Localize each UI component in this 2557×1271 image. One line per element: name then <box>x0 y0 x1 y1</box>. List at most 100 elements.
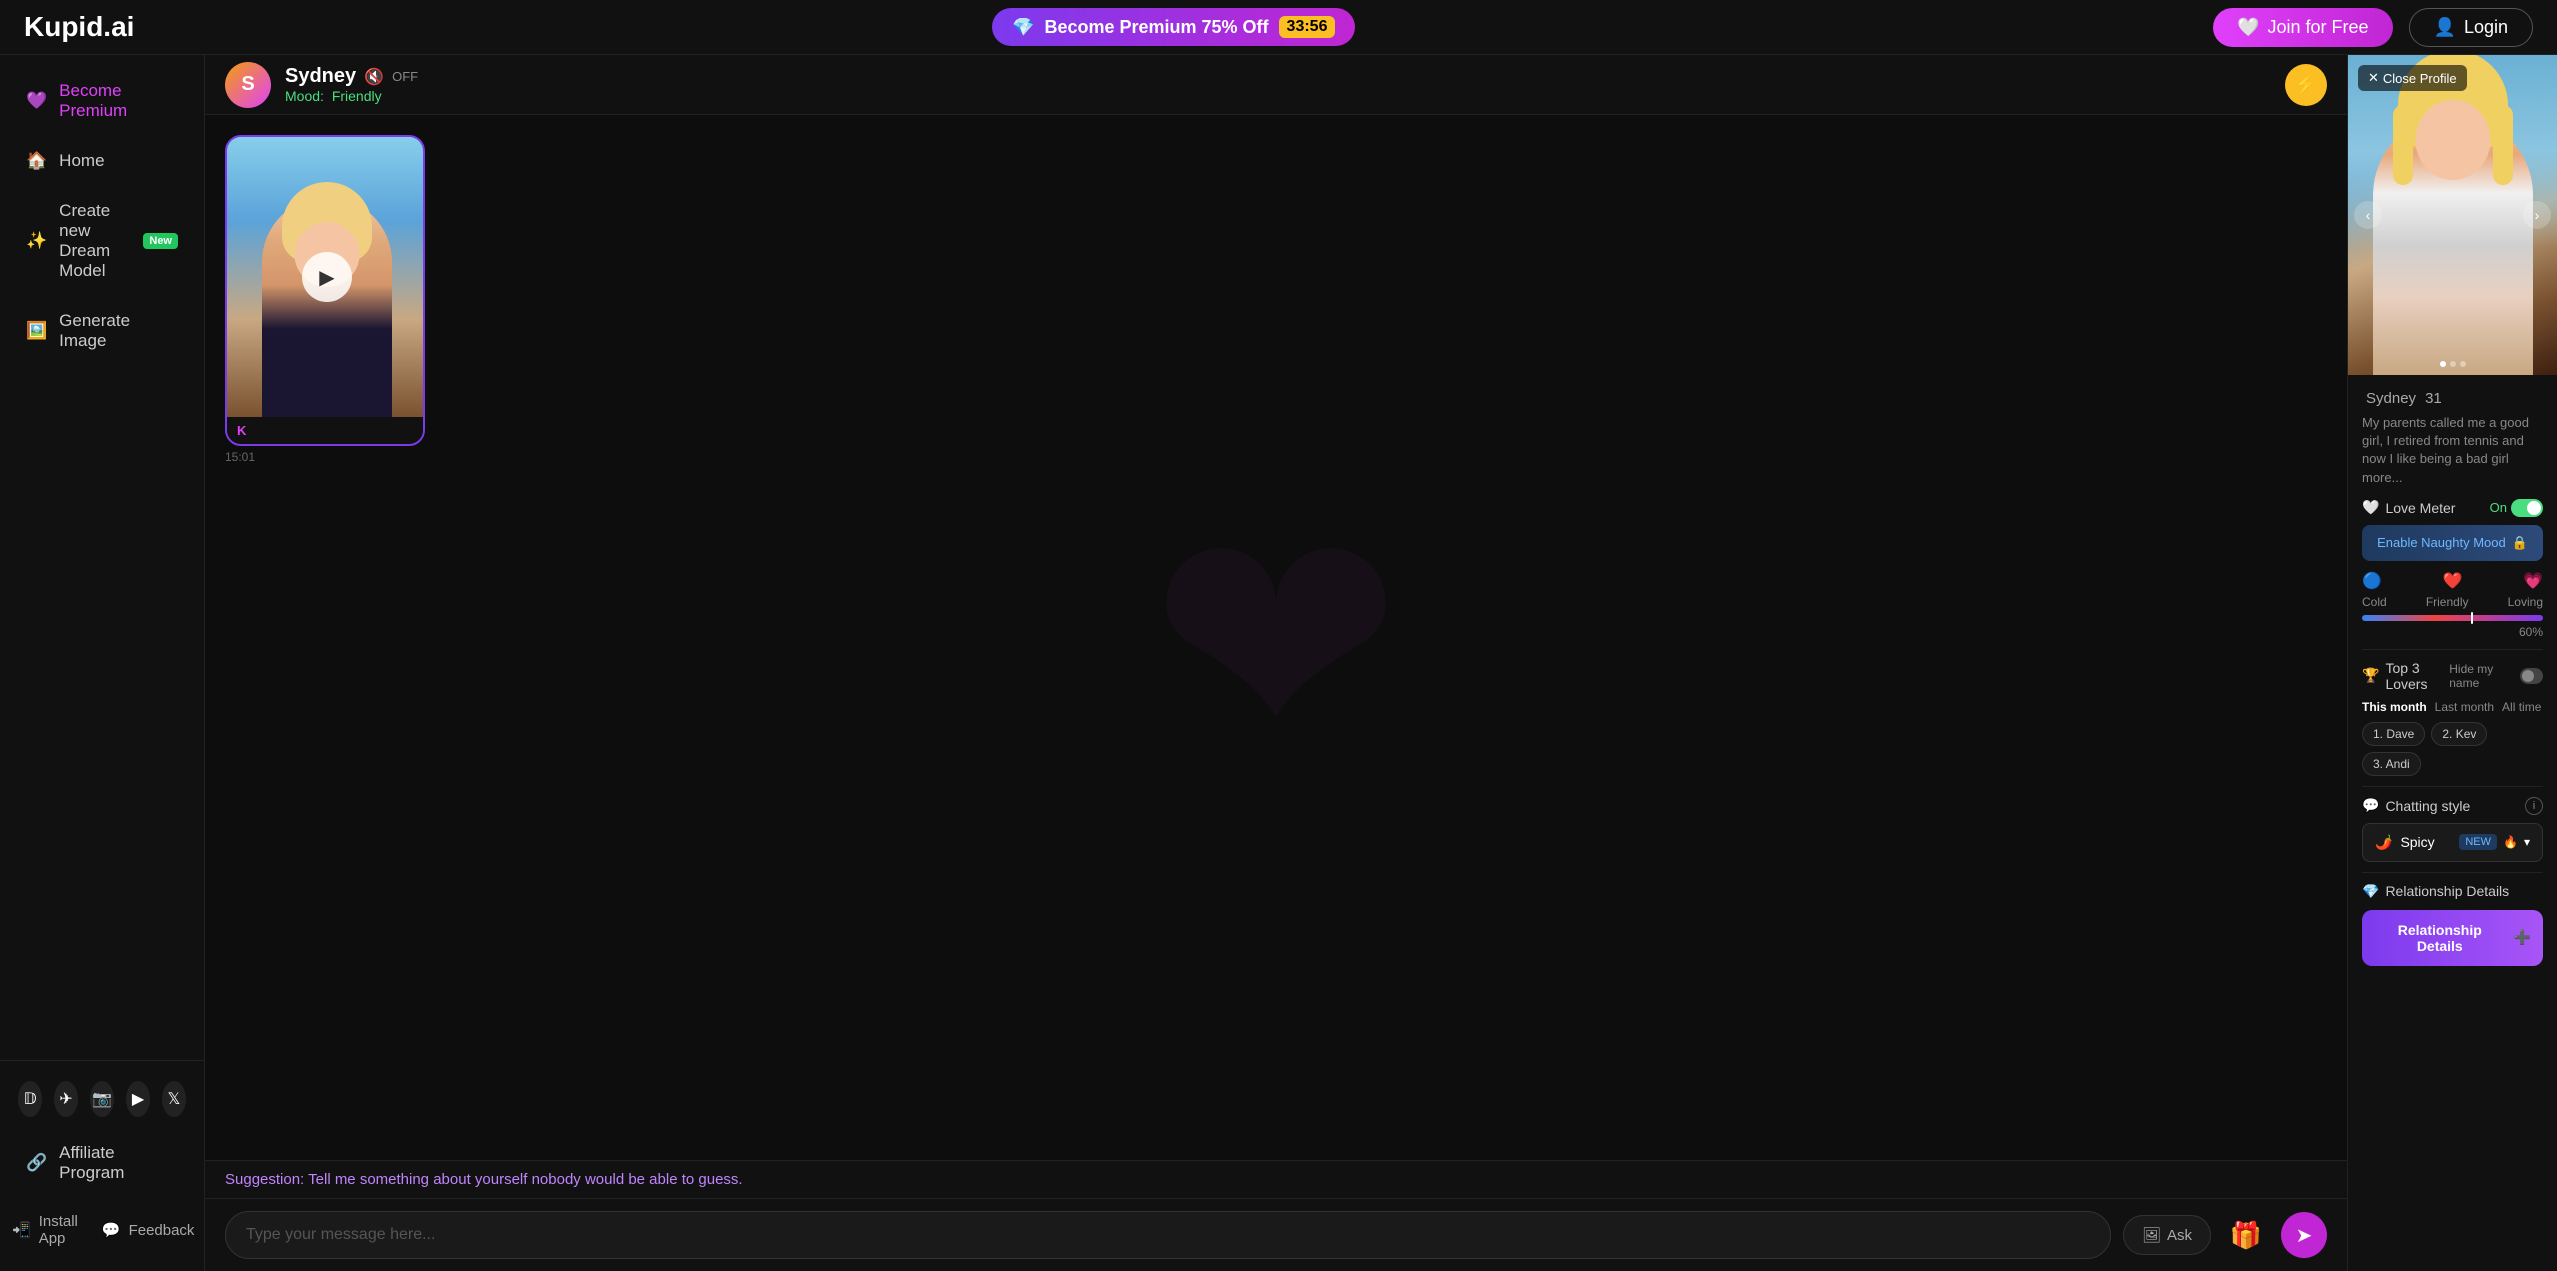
time-filters: This month Last month All time <box>2362 700 2543 714</box>
sidebar-item-install[interactable]: 📲 Install App <box>0 1199 90 1261</box>
relationship-details-label: 💎 Relationship Details <box>2362 883 2543 900</box>
k-logo: K <box>237 423 246 438</box>
top3-label: 🏆 Top 3 Lovers <box>2362 660 2449 692</box>
video-bottom-bar: K <box>227 417 423 444</box>
sidebar-item-premium[interactable]: 💜 Become Premium <box>8 67 196 135</box>
trophy-icon: 🏆 <box>2362 667 2379 684</box>
login-button[interactable]: 👤 Login <box>2409 8 2533 47</box>
video-thumbnail[interactable]: *Sydney sends a video message* ▶ <box>227 137 425 417</box>
sidebar-item-feedback[interactable]: 💬 Feedback <box>90 1199 207 1261</box>
user-icon: 👤 <box>2434 17 2456 38</box>
filter-this-month[interactable]: This month <box>2362 700 2427 714</box>
profile-bio: My parents called me a good girl, I reti… <box>2362 414 2543 487</box>
dot-1[interactable] <box>2440 361 2446 367</box>
relationship-details-button[interactable]: Relationship Details ➕ <box>2362 910 2543 966</box>
dot-3[interactable] <box>2460 361 2466 367</box>
lover-1: 1. Dave <box>2362 722 2425 746</box>
join-button[interactable]: 🤍 Join for Free <box>2213 8 2392 47</box>
discord-icon[interactable]: 𝔻 <box>18 1081 42 1117</box>
message-timestamp: 15:01 <box>225 450 2327 464</box>
profile-prev-button[interactable]: ‹ <box>2354 201 2382 229</box>
love-meter-toggle-row: On <box>2490 499 2543 517</box>
chat-input[interactable] <box>225 1211 2111 1259</box>
image-dots <box>2440 361 2466 367</box>
chat-messages[interactable]: ❤ *Sydney sends a video message* ▶ K <box>205 115 2347 1160</box>
hide-name-toggle[interactable] <box>2520 668 2543 684</box>
sidebar-item-create-dream[interactable]: ✨ Create new Dream Model New <box>8 187 196 295</box>
divider-3 <box>2362 872 2543 873</box>
image-icon: 🖼 <box>2142 1226 2161 1244</box>
love-meter-toggle[interactable] <box>2511 499 2543 517</box>
cold-icon: 🔵 <box>2362 571 2382 591</box>
sidebar-top: 💜 Become Premium 🏠 Home ✨ Create new Dre… <box>0 55 204 1060</box>
sidebar-item-affiliate[interactable]: 🔗 Affiliate Program <box>8 1129 196 1197</box>
divider-1 <box>2362 649 2543 650</box>
watermark-hearts: ❤ <box>1150 463 1401 812</box>
style-right: NEW 🔥 ▾ <box>2459 834 2530 850</box>
friendly-icon: ❤️ <box>2443 571 2463 591</box>
sidebar-item-generate-image[interactable]: 🖼️ Generate Image <box>8 297 196 365</box>
diamond-icon: 💎 <box>1012 17 1034 38</box>
style-dropdown[interactable]: 🌶️ Spicy NEW 🔥 ▾ <box>2362 823 2543 862</box>
hide-name-row: Hide my name <box>2449 662 2543 690</box>
send-icon: ➤ <box>2296 1223 2313 1248</box>
contact-avatar: S <box>225 62 271 108</box>
home-icon: 🏠 <box>26 151 47 171</box>
sidebar-item-home[interactable]: 🏠 Home <box>8 137 196 185</box>
chat-icon: 💬 <box>2362 797 2379 814</box>
send-button[interactable]: ➤ <box>2281 1212 2327 1258</box>
love-meter-header: 🤍 Love Meter On <box>2362 499 2543 517</box>
sidebar-bottom: 𝔻 ✈ 📷 ▶ 𝕏 🔗 Affiliate Program 📲 Install … <box>0 1060 204 1271</box>
chevron-down-icon: ▾ <box>2524 835 2530 849</box>
chat-input-area: 🖼 Ask 🎁 ➤ <box>205 1198 2347 1271</box>
chat-area: S Sydney 🔇 OFF Mood: Friendly ⚡ ❤ <box>205 55 2347 1271</box>
sidebar: 💜 Become Premium 🏠 Home ✨ Create new Dre… <box>0 55 205 1271</box>
telegram-icon[interactable]: ✈ <box>54 1081 78 1117</box>
lovers-list: 1. Dave 2. Kev 3. Andi <box>2362 722 2543 776</box>
mood-track[interactable] <box>2362 615 2543 621</box>
ask-button[interactable]: 🖼 Ask <box>2123 1215 2211 1255</box>
gift-button[interactable]: 🎁 <box>2223 1212 2269 1258</box>
dot-2[interactable] <box>2450 361 2456 367</box>
suggestion-text[interactable]: Tell me something about yourself nobody … <box>308 1171 742 1188</box>
star-icon: ✨ <box>26 231 47 251</box>
install-icon: 📲 <box>12 1221 31 1239</box>
twitter-icon[interactable]: 𝕏 <box>162 1081 186 1117</box>
chat-header-left: S Sydney 🔇 OFF Mood: Friendly <box>225 62 418 108</box>
premium-banner[interactable]: 💎 Become Premium 75% Off 33:56 <box>992 8 1355 46</box>
info-icon[interactable]: i <box>2525 797 2543 815</box>
lovers-header: 🏆 Top 3 Lovers Hide my name <box>2362 660 2543 692</box>
divider-2 <box>2362 786 2543 787</box>
timer-badge: 33:56 <box>1279 16 1336 38</box>
youtube-icon[interactable]: ▶ <box>126 1081 150 1117</box>
instagram-icon[interactable]: 📷 <box>90 1081 114 1117</box>
mood-icons: 🔵 ❤️ 💗 <box>2362 571 2543 591</box>
filter-last-month[interactable]: Last month <box>2435 700 2494 714</box>
boost-button[interactable]: ⚡ <box>2285 64 2327 106</box>
close-profile-button[interactable]: ✕ Close Profile <box>2358 65 2467 91</box>
contact-mood: Mood: Friendly <box>285 88 418 104</box>
mood-labels: Cold Friendly Loving <box>2362 595 2543 609</box>
profile-panel: ✕ Close Profile ‹ › <box>2347 55 2557 1271</box>
social-links: 𝔻 ✈ 📷 ▶ 𝕏 <box>0 1071 204 1127</box>
mute-icon[interactable]: 🔇 <box>364 67 384 87</box>
feedback-icon: 💬 <box>102 1221 121 1239</box>
plus-icon: ➕ <box>2514 929 2531 946</box>
play-button[interactable]: ▶ <box>302 252 352 302</box>
profile-info: Sydney 31 My parents called me a good gi… <box>2348 375 2557 986</box>
mood-slider: 🔵 ❤️ 💗 Cold Friendly Loving 60% <box>2362 571 2543 639</box>
filter-all-time[interactable]: All time <box>2502 700 2541 714</box>
profile-next-button[interactable]: › <box>2523 201 2551 229</box>
video-message[interactable]: *Sydney sends a video message* ▶ K 15:01 <box>225 135 2327 464</box>
close-icon: ✕ <box>2368 70 2379 86</box>
contact-name-row: Sydney 🔇 OFF <box>285 65 418 88</box>
fire-icon: 🌶️ <box>2375 834 2392 851</box>
image-icon: 🖼️ <box>26 321 47 341</box>
relationship-details-section: 💎 Relationship Details Relationship Deta… <box>2362 883 2543 966</box>
naughty-mood-button[interactable]: Enable Naughty Mood 🔒 <box>2362 525 2543 561</box>
lover-3: 3. Andi <box>2362 752 2421 776</box>
sidebar-bottom-row: 📲 Install App 💬 Feedback <box>0 1199 204 1261</box>
profile-image-container: ✕ Close Profile ‹ › <box>2348 55 2557 375</box>
heart-icon: 🤍 <box>2237 17 2259 38</box>
lock-icon: 🔒 <box>2512 535 2528 551</box>
